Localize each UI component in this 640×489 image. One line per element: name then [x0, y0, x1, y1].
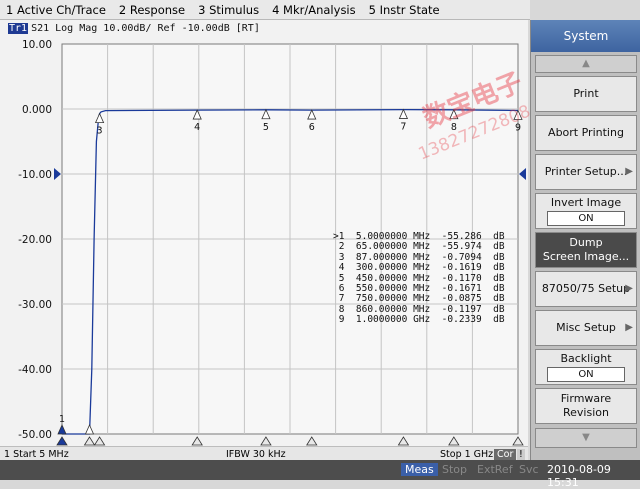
- ref-level-arrow-right-icon: [519, 168, 526, 180]
- marker-readout-table: >1 5.0000000 MHz -55.286 dB 2 65.000000 …: [333, 231, 505, 326]
- misc-setup-button[interactable]: Misc Setup ▶: [535, 310, 637, 346]
- plot-area[interactable]: 10.00 0.000 -10.00 -20.00 -30.00 -40.00 -50.00…: [0, 20, 528, 446]
- y-tick-label: -50.00: [18, 429, 52, 441]
- datetime: 2010-08-09 15:31: [547, 463, 611, 489]
- menu-bar: 1 Active Ch/Trace 2 Response 3 Stimulus …: [0, 0, 530, 20]
- trace-badge[interactable]: Tr1: [8, 23, 29, 34]
- revision-label: Revision: [563, 406, 609, 419]
- arrow-up-icon: ▲: [582, 58, 590, 69]
- trace-header[interactable]: Tr1 S21 Log Mag 10.00dB/ Ref -10.00dB [RT…: [8, 23, 260, 34]
- print-button[interactable]: Print: [535, 76, 637, 112]
- y-tick-label: -20.00: [18, 234, 52, 246]
- menu-mkr-analysis[interactable]: 4 Mkr/Analysis: [266, 3, 363, 17]
- y-tick-label: 10.00: [22, 39, 52, 51]
- arrow-down-icon: ▼: [582, 432, 590, 443]
- marker-2-axis-indicator-icon: [83, 436, 96, 446]
- invert-image-state: ON: [547, 211, 625, 226]
- y-tick-label: -10.00: [18, 169, 52, 181]
- marker-1-axis-indicator-icon: [56, 436, 68, 446]
- y-tick-label: -40.00: [18, 364, 52, 376]
- softkey-panel: System ▲ Print Abort Printing Printer Se…: [530, 20, 640, 460]
- backlight-button[interactable]: Backlight ON: [535, 349, 637, 385]
- ref-level-arrow-left-icon: [54, 168, 61, 180]
- setup-87050-75-label: 87050/75 Setup: [541, 282, 631, 295]
- printer-setup-button[interactable]: Printer Setup... ▶: [535, 154, 637, 190]
- marker-7-label: 7: [400, 122, 406, 133]
- y-tick-label: 0.000: [22, 104, 52, 116]
- y-tick-label: -30.00: [18, 299, 52, 311]
- marker-6-axis-indicator-icon: [306, 436, 318, 446]
- marker-9-axis-indicator-icon: [512, 436, 524, 446]
- marker-6-label: 6: [309, 122, 315, 133]
- marker-3-axis-indicator-icon: [93, 436, 106, 446]
- marker-1-label: 1: [59, 414, 65, 425]
- printer-setup-label: Printer Setup...: [544, 165, 628, 178]
- screen-image-label: Screen Image...: [542, 250, 630, 263]
- stop-frequency: Stop 1 GHz: [440, 448, 494, 460]
- warning-badge: !: [517, 448, 525, 460]
- marker-8-axis-indicator-icon: [448, 436, 460, 446]
- marker-4-label: 4: [194, 122, 200, 133]
- invert-image-button[interactable]: Invert Image ON: [535, 193, 637, 229]
- backlight-label: Backlight: [560, 352, 612, 365]
- dump-label: Dump: [569, 236, 603, 249]
- channel-status-bar: 1 Start 5 MHz IFBW 30 kHz Stop 1 GHz Cor…: [0, 446, 528, 461]
- marker-4-axis-indicator-icon: [191, 436, 203, 446]
- chevron-right-icon: ▶: [625, 322, 633, 333]
- backlight-state: ON: [547, 367, 625, 382]
- status-taskbar: Meas Stop ExtRef Svc 2010-08-09 15:31: [0, 460, 640, 489]
- trace-header-text: S21 Log Mag 10.00dB/ Ref -10.00dB [RT]: [31, 23, 260, 34]
- softkey-title: System: [531, 20, 640, 52]
- marker-7-axis-indicator-icon: [397, 436, 410, 446]
- marker-row-9[interactable]: 9 1.0000000 GHz -0.2339 dB: [333, 314, 505, 325]
- invert-image-label: Invert Image: [550, 196, 622, 209]
- ifbw: IFBW 30 kHz: [226, 448, 286, 460]
- chevron-right-icon: ▶: [625, 283, 633, 294]
- extref-indicator: ExtRef: [477, 463, 513, 476]
- marker-5-label: 5: [263, 122, 269, 133]
- abort-printing-label: Abort Printing: [548, 126, 624, 139]
- abort-printing-button[interactable]: Abort Printing: [535, 115, 637, 151]
- firmware-revision-button[interactable]: Firmware Revision: [535, 388, 637, 424]
- menu-instr-state[interactable]: 5 Instr State: [363, 3, 447, 17]
- marker-3-label: 3: [97, 126, 103, 137]
- chevron-right-icon: ▶: [625, 166, 633, 177]
- misc-setup-label: Misc Setup: [556, 321, 616, 334]
- correction-badge: Cor: [494, 448, 517, 460]
- firmware-label: Firmware: [560, 392, 612, 405]
- marker-5-axis-indicator-icon: [260, 436, 272, 446]
- stop-indicator: Stop: [442, 463, 468, 476]
- softkey-scroll-up[interactable]: ▲: [535, 55, 637, 73]
- print-label: Print: [573, 87, 599, 100]
- svc-indicator: Svc: [519, 463, 539, 476]
- menu-stimulus[interactable]: 3 Stimulus: [192, 3, 266, 17]
- meas-indicator[interactable]: Meas: [401, 463, 438, 476]
- dump-screen-image-button[interactable]: Dump Screen Image...: [535, 232, 637, 268]
- softkey-scroll-down[interactable]: ▼: [535, 428, 637, 448]
- menu-active-ch-trace[interactable]: 1 Active Ch/Trace: [0, 3, 113, 17]
- start-frequency: 1 Start 5 MHz: [4, 448, 69, 460]
- menu-response[interactable]: 2 Response: [113, 3, 192, 17]
- setup-87050-75-button[interactable]: 87050/75 Setup ▶: [535, 271, 637, 307]
